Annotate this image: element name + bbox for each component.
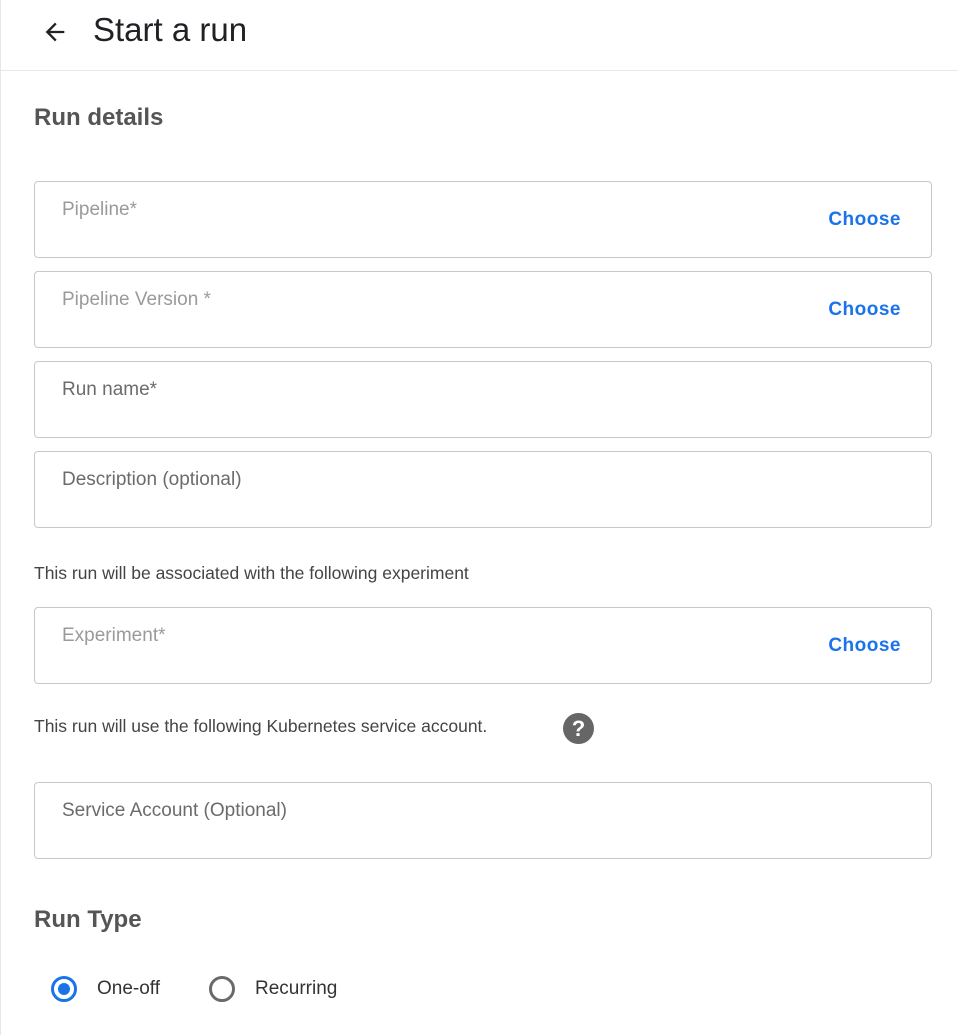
radio-dot [58, 983, 70, 995]
page-title: Start a run [93, 11, 248, 48]
pipeline-label: Pipeline* [62, 199, 138, 220]
required-mark: * [149, 379, 158, 400]
radio-checked-icon[interactable] [51, 976, 77, 1002]
start-run-page: Start a run Run details Pipeline* Choose… [0, 0, 958, 1035]
service-account-helper-text: This run will use the following Kubernet… [34, 716, 488, 736]
description-field[interactable]: Description (optional) [34, 451, 932, 528]
back-button[interactable] [37, 14, 73, 50]
radio-one-off-label: One-off [97, 978, 161, 999]
radio-recurring[interactable]: Recurring [209, 976, 337, 1002]
pipeline-field[interactable]: Pipeline* Choose [34, 181, 932, 258]
radio-unchecked-icon[interactable] [209, 976, 235, 1002]
choose-pipeline-version-button[interactable]: Choose [828, 298, 901, 322]
description-label: Description (optional) [62, 469, 242, 490]
experiment-helper-text: This run will be associated with the fol… [34, 563, 469, 583]
radio-recurring-label: Recurring [255, 978, 338, 999]
run-name-label: Run name* [62, 379, 158, 400]
service-account-label: Service Account (Optional) [62, 800, 287, 821]
run-type-title: Run Type [34, 906, 142, 933]
arrow-back-icon [45, 22, 65, 42]
required-mark: * [158, 625, 166, 646]
experiment-label: Experiment* [62, 625, 166, 646]
service-account-field[interactable]: Service Account (Optional) [34, 782, 932, 859]
pipeline-version-field[interactable]: Pipeline Version * Choose [34, 271, 932, 348]
experiment-field[interactable]: Experiment* Choose [34, 607, 932, 684]
run-name-field[interactable]: Run name* [34, 361, 932, 438]
pipeline-version-label: Pipeline Version * [62, 289, 211, 310]
help-icon[interactable]: ? [563, 713, 594, 744]
required-mark: * [203, 289, 211, 310]
choose-experiment-button[interactable]: Choose [828, 634, 901, 658]
choose-pipeline-button[interactable]: Choose [828, 208, 901, 232]
page-header: Start a run [1, 0, 958, 71]
radio-one-off[interactable]: One-off [51, 976, 160, 1002]
required-mark: * [129, 199, 138, 220]
run-details-title: Run details [34, 104, 164, 131]
